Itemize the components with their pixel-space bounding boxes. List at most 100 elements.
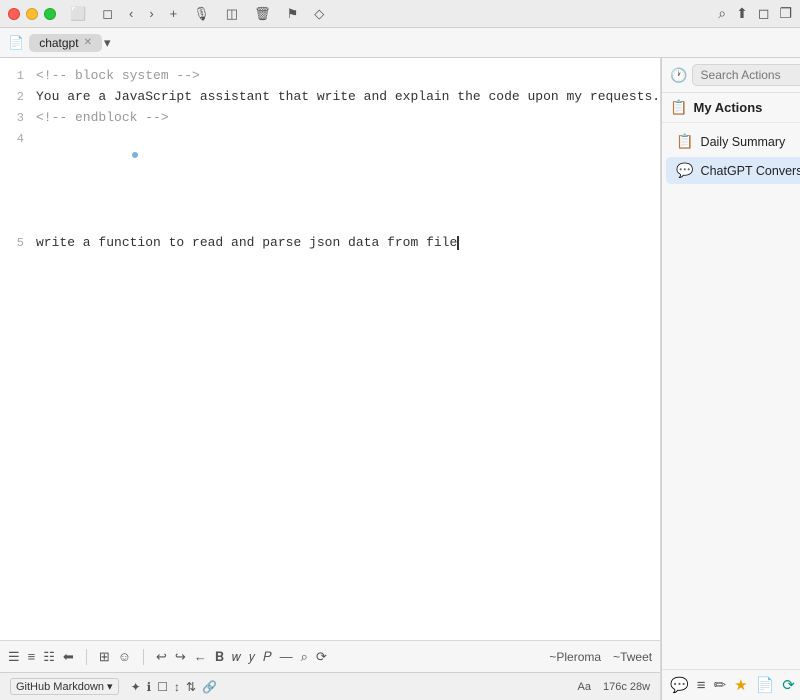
daily-summary-label: Daily Summary <box>701 135 786 149</box>
editor-line-4: 4 <box>0 129 660 233</box>
actions-pencil-icon[interactable]: ✏ <box>714 676 727 694</box>
editor-line-5: 5 write a function to read and parse jso… <box>0 233 660 254</box>
font-size-indicator: Aa <box>578 681 591 693</box>
search-icon[interactable]: ⌕ <box>718 5 726 22</box>
close-button[interactable] <box>8 8 20 20</box>
line-number-2: 2 <box>0 88 32 107</box>
line-content-3: <!-- endblock --> <box>32 108 660 129</box>
fullscreen-icon[interactable]: ❐ <box>779 5 792 22</box>
inbox-button[interactable]: ◫ <box>222 5 242 23</box>
ordered-list-icon[interactable]: ≡ <box>28 649 36 664</box>
info-icon[interactable]: ℹ <box>147 680 152 694</box>
indent-left-icon[interactable]: ← <box>194 649 207 664</box>
status-right: Aa 176c 28w <box>578 681 651 693</box>
main-area: 1 <!-- block system --> 2 You are a Java… <box>0 58 800 700</box>
status-left: GitHub Markdown ▾ ✦ ℹ ☐ ↕ ⇅ 🔗 <box>10 678 217 695</box>
tabbar: 📄 chatgpt ✕ ▾ <box>0 28 800 58</box>
action-item-chatgpt[interactable]: 💬 ChatGPT Conversation <box>666 157 800 184</box>
bookmark-button[interactable]: ◇ <box>310 5 328 23</box>
line-number-3: 3 <box>0 109 32 128</box>
editor-line-1: 1 <!-- block system --> <box>0 66 660 87</box>
action-item-daily-summary[interactable]: 📋 Daily Summary <box>666 128 800 155</box>
link-icon[interactable]: 🔗 <box>202 680 217 694</box>
traffic-lights <box>8 8 56 20</box>
bottom-bar-icons: ☰ ≡ ☷ ⬅ ⊞ ☺ ↩ ↪ ← 𝐁 𝑤 𝑦 𝑃 — ⌕ ⟳ <box>8 649 327 665</box>
line-number-5: 5 <box>0 234 32 253</box>
tab-doc-icon: 📄 <box>8 35 24 51</box>
actions-refresh-icon[interactable]: ⟳ <box>782 676 795 694</box>
titlebar: ⬜ ◻ ‹ › + 🎙 ◫ 🗑 ⚑ ◇ ⌕ ⬆ ◻ ❐ <box>0 0 800 28</box>
star-status-icon[interactable]: ✦ <box>131 680 141 694</box>
updown-icon[interactable]: ↕ <box>174 680 180 694</box>
editor-line-3: 3 <!-- endblock --> <box>0 108 660 129</box>
tab-label: chatgpt <box>39 36 78 50</box>
actions-speech-icon[interactable]: 💬 <box>670 676 689 694</box>
titlebar-nav-controls: ⬜ ◻ ‹ › + 🎙 ◫ 🗑 ⚑ ◇ <box>66 5 328 23</box>
trash-button[interactable]: 🗑 <box>250 5 275 23</box>
p-icon[interactable]: 𝑃 <box>263 649 272 665</box>
sidebar-toggle-button[interactable]: ⬜ <box>66 5 90 23</box>
search-icon[interactable]: ⌕ <box>301 649 308 665</box>
chatgpt-icon: 💬 <box>676 162 693 179</box>
active-tab[interactable]: chatgpt ✕ <box>29 34 102 52</box>
undo-icon[interactable]: ↩ <box>156 649 167 665</box>
flag-button[interactable]: ⚑ <box>283 5 303 23</box>
arrows-icon[interactable]: ⇅ <box>186 680 196 694</box>
editor-line-2: 2 You are a JavaScript assistant that wr… <box>0 87 660 108</box>
minimize-button[interactable] <box>26 8 38 20</box>
actions-header: 🕐 <box>662 58 800 93</box>
actions-title-bar: 📋 My Actions ⊞ ··· <box>662 93 800 123</box>
status-icons: ✦ ℹ ☐ ↕ ⇅ 🔗 <box>131 680 217 694</box>
line-content-4 <box>32 129 660 233</box>
daily-summary-icon: 📋 <box>676 133 693 150</box>
new-tab-button[interactable]: + <box>166 5 182 22</box>
table-icon[interactable]: ⊞ <box>99 649 110 665</box>
outdent-icon[interactable]: ⬅ <box>63 649 74 665</box>
line-content-1: <!-- block system --> <box>32 66 660 87</box>
y-icon[interactable]: 𝑦 <box>249 649 255 665</box>
maximize-button[interactable] <box>44 8 56 20</box>
status-bar: GitHub Markdown ▾ ✦ ℹ ☐ ↕ ⇅ 🔗 Aa 176c 28… <box>0 672 660 700</box>
refresh-icon[interactable]: ⟳ <box>316 649 327 665</box>
nav-forward-button[interactable]: › <box>145 5 157 22</box>
mode-label: GitHub Markdown <box>16 681 104 693</box>
bb-tilde-group: ~Pleroma ~Tweet <box>549 650 652 664</box>
actions-list: 📋 Daily Summary 💬 ChatGPT Conversation <box>662 123 800 189</box>
dash-icon[interactable]: — <box>280 649 293 664</box>
actions-panel: 🕐 📋 My Actions ⊞ ··· 📋 Daily Summary 💬 C… <box>661 58 800 700</box>
editor-content[interactable]: 1 <!-- block system --> 2 You are a Java… <box>0 58 660 640</box>
tilde-pleroma: ~Pleroma <box>549 650 601 664</box>
tab-close-button[interactable]: ✕ <box>84 37 92 48</box>
emoji-icon[interactable]: ☺ <box>118 649 131 664</box>
actions-bottom-toolbar: 💬 ≡ ✏ ★ 📄 ⟳ <box>662 669 800 700</box>
window-icon[interactable]: ◻ <box>758 5 770 22</box>
actions-star-icon[interactable]: ★ <box>734 676 747 694</box>
chatgpt-label: ChatGPT Conversation <box>701 164 800 178</box>
word-icon[interactable]: 𝑤 <box>232 649 241 665</box>
share-icon[interactable]: ⬆ <box>736 5 748 22</box>
clock-icon: 🕐 <box>670 67 687 84</box>
layout-toggle-button[interactable]: ◻ <box>98 5 117 23</box>
line-content-5: write a function to read and parse json … <box>32 233 660 254</box>
line-number-4: 4 <box>0 130 32 149</box>
nav-back-button[interactable]: ‹ <box>125 5 137 22</box>
tilde-tweet: ~Tweet <box>613 650 652 664</box>
mic-button[interactable]: 🎙 <box>189 5 214 23</box>
actions-bars-icon[interactable]: ≡ <box>697 677 706 694</box>
actions-panel-title: My Actions <box>694 100 800 115</box>
checkbox-icon[interactable]: ☐ <box>157 680 168 694</box>
bold-icon[interactable]: 𝐁 <box>215 649 224 665</box>
editor-lines: 1 <!-- block system --> 2 You are a Java… <box>0 66 660 254</box>
checklist-icon[interactable]: ☷ <box>43 649 55 665</box>
word-count-indicator: 176c 28w <box>603 681 650 693</box>
editor-panel: 1 <!-- block system --> 2 You are a Java… <box>0 58 661 700</box>
mode-chevron: ▾ <box>107 680 113 693</box>
list-icon[interactable]: ☰ <box>8 649 20 665</box>
actions-search-input[interactable] <box>692 64 800 86</box>
tab-dropdown-button[interactable]: ▾ <box>104 35 111 51</box>
actions-doc-bottom-icon[interactable]: 📄 <box>756 676 775 694</box>
titlebar-right-controls: ⌕ ⬆ ◻ ❐ <box>718 5 792 22</box>
redo-icon[interactable]: ↪ <box>175 649 186 665</box>
mode-selector[interactable]: GitHub Markdown ▾ <box>10 678 119 695</box>
line-content-2: You are a JavaScript assistant that writ… <box>32 87 660 108</box>
